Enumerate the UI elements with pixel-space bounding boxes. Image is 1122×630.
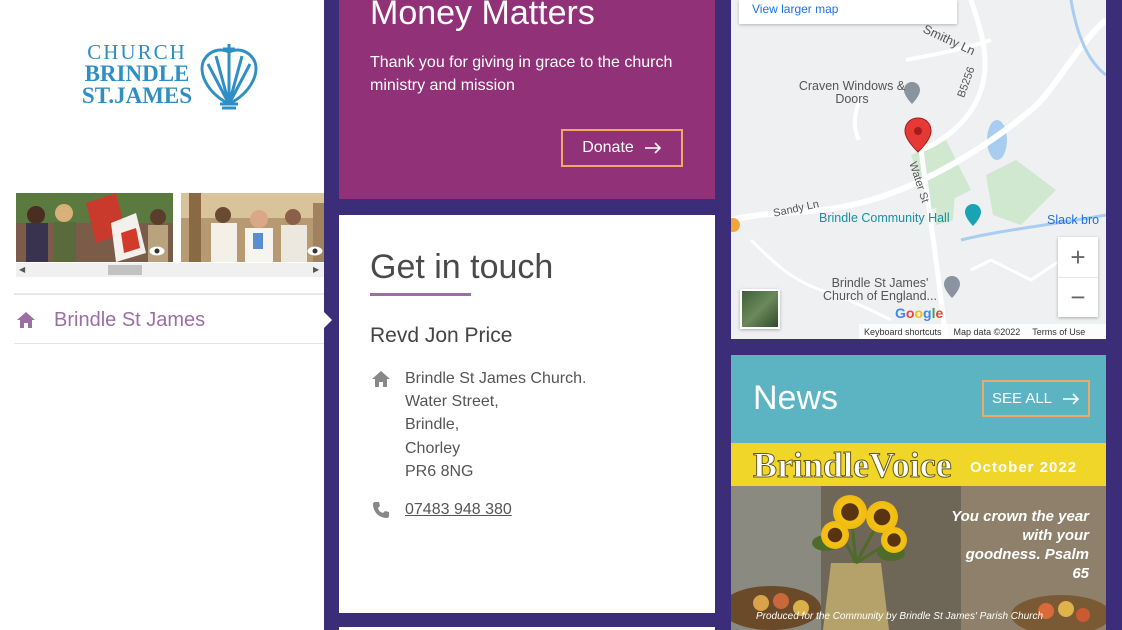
see-all-button[interactable]: SEE ALL	[982, 380, 1090, 417]
sunflower-shape	[821, 521, 849, 549]
logo-line-stjames: ST.JAMES	[81, 83, 193, 108]
nav-item-label: Brindle St James	[54, 309, 206, 331]
address-line: PR6 8NG	[405, 462, 474, 480]
news-panel: News SEE ALL BrindleVoice October 2022 Y…	[731, 355, 1106, 630]
address-line: Brindle,	[405, 416, 460, 434]
contact-phone-link[interactable]: 07483 948 380	[405, 501, 512, 519]
nav-item-brindle-st-james[interactable]: Brindle St James	[14, 296, 324, 344]
gallery-photo-2[interactable]	[181, 193, 324, 262]
newsletter-verse: You crown the year with your goodness. P…	[951, 508, 1089, 582]
sidebar: CHURCH BRINDLE ST.JAMES ◀ ▶ Brindle St J…	[0, 0, 324, 630]
photo-gallery[interactable]	[16, 193, 324, 263]
gallery-photo-1[interactable]	[16, 193, 173, 262]
scroll-left-arrow[interactable]: ◀	[19, 265, 25, 275]
eye-icon	[307, 246, 323, 256]
map-label-slack-brook: Slack bro	[1047, 213, 1100, 227]
map-label-craven-windows: Craven Windows & Doors	[798, 79, 906, 106]
map-label-st-james-church: Brindle St James' Church of England...	[823, 276, 937, 303]
keyboard-shortcuts-link[interactable]: Keyboard shortcuts	[864, 327, 942, 337]
nav-active-pointer	[324, 312, 332, 328]
phone-icon	[373, 502, 389, 518]
embedded-map[interactable]: View larger map Smithy Ln Craven Windows…	[731, 0, 1106, 339]
get-in-touch-panel: Get in touch Revd Jon Price Brindle St J…	[339, 215, 715, 613]
zoom-in-button[interactable]: +	[1058, 237, 1098, 277]
google-logo: Google	[895, 305, 944, 321]
gallery-photo-2-image	[181, 193, 324, 262]
money-matters-panel: Money Matters Thank you for giving in gr…	[339, 0, 715, 199]
title-underline	[370, 293, 471, 296]
scroll-right-arrow[interactable]: ▶	[313, 265, 319, 275]
satellite-toggle-button[interactable]	[740, 289, 780, 329]
see-all-label: SEE ALL	[991, 390, 1053, 407]
arrow-right-icon	[1063, 392, 1080, 405]
newsletter-footer: Produced for the Community by Brindle St…	[756, 611, 1044, 622]
home-icon	[372, 371, 390, 387]
contact-name: Revd Jon Price	[370, 324, 513, 347]
map-label-community-hall: Brindle Community Hall	[819, 211, 950, 225]
get-in-touch-title: Get in touch	[370, 248, 554, 286]
scallop-shell-icon	[200, 44, 258, 110]
map-footer: Keyboard shortcuts Map data ©2022 Terms …	[859, 324, 1106, 339]
logo-wordmark: CHURCH BRINDLE ST.JAMES	[78, 40, 196, 108]
gallery-scroll-thumb[interactable]	[108, 265, 142, 275]
address-line: Chorley	[405, 439, 461, 457]
map-data-text: Map data ©2022	[953, 326, 1021, 337]
map-info-box: View larger map	[739, 0, 957, 24]
arrow-right-icon	[644, 142, 661, 154]
home-icon	[17, 312, 35, 328]
donate-label: Donate	[582, 139, 634, 156]
newsletter-date: October 2022	[970, 459, 1078, 476]
nav-divider	[14, 293, 324, 295]
gallery-scrollbar[interactable]: ◀ ▶	[16, 263, 324, 277]
donate-button[interactable]: Donate	[561, 129, 683, 167]
eye-icon	[149, 246, 165, 256]
address-line: Brindle St James Church.	[405, 370, 587, 387]
newsletter-cover[interactable]: BrindleVoice October 2022 You crown the …	[731, 443, 1106, 630]
sunflower-shape	[881, 527, 907, 553]
newsletter-banner: BrindleVoice October 2022	[731, 443, 1106, 486]
map-zoom-controls: + −	[1058, 237, 1098, 317]
terms-of-use-link[interactable]: Terms of Use	[1032, 327, 1085, 337]
money-matters-title: Money Matters	[370, 0, 595, 32]
view-larger-map-link[interactable]: View larger map	[752, 2, 838, 16]
address-line: Water Street,	[405, 393, 499, 411]
newsletter-name: BrindleVoice	[753, 445, 953, 485]
money-matters-text: Thank you for giving in grace to the chu…	[370, 54, 673, 94]
contact-address: Brindle St James Church. Water Street, B…	[405, 367, 586, 483]
logo-line-church: CHURCH	[87, 40, 187, 64]
church-logo[interactable]: CHURCH BRINDLE ST.JAMES	[78, 42, 263, 114]
news-title: News	[753, 379, 839, 417]
zoom-out-button[interactable]: −	[1058, 277, 1098, 317]
logo-line-brindle: BRINDLE	[84, 61, 190, 86]
